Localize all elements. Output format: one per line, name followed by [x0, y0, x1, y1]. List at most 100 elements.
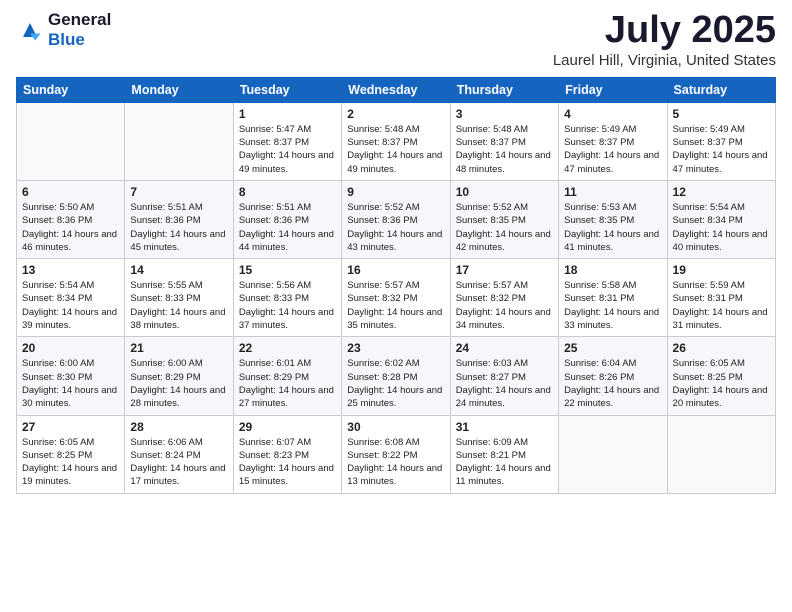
day-number: 18 — [564, 263, 661, 277]
day-number: 30 — [347, 420, 444, 434]
title-block: July 2025 Laurel Hill, Virginia, United … — [553, 10, 776, 69]
calendar-cell: 19 Sunrise: 5:59 AM Sunset: 8:31 PM Dayli… — [667, 259, 775, 337]
calendar-cell: 17 Sunrise: 5:57 AM Sunset: 8:32 PM Dayli… — [450, 259, 558, 337]
calendar-cell: 20 Sunrise: 6:00 AM Sunset: 8:30 PM Dayli… — [17, 337, 125, 415]
day-number: 14 — [130, 263, 227, 277]
day-detail: Sunrise: 6:05 AM Sunset: 8:25 PM Dayligh… — [673, 357, 770, 410]
calendar-cell: 23Sunrise: 6:02 AM Sunset: 8:28 PM Dayli… — [342, 337, 450, 415]
location-title: Laurel Hill, Virginia, United States — [553, 52, 776, 69]
day-header-row: SundayMondayTuesdayWednesdayThursdayFrid… — [17, 77, 776, 102]
day-detail: Sunrise: 6:07 AM Sunset: 8:23 PM Dayligh… — [239, 436, 336, 489]
calendar-cell: 27 Sunrise: 6:05 AM Sunset: 8:25 PM Dayli… — [17, 415, 125, 493]
month-title: July 2025 — [553, 10, 776, 52]
day-number: 17 — [456, 263, 553, 277]
day-number: 12 — [673, 185, 770, 199]
calendar-cell: 7Sunrise: 5:51 AM Sunset: 8:36 PM Daylig… — [125, 180, 233, 258]
day-header-tuesday: Tuesday — [233, 77, 341, 102]
day-number: 5 — [673, 107, 770, 121]
day-detail: Sunrise: 5:59 AM Sunset: 8:31 PM Dayligh… — [673, 279, 770, 332]
day-number: 6 — [22, 185, 119, 199]
day-number: 26 — [673, 341, 770, 355]
calendar-cell: 29 Sunrise: 6:07 AM Sunset: 8:23 PM Dayli… — [233, 415, 341, 493]
week-row-2: 6 Sunrise: 5:50 AM Sunset: 8:36 PM Daylig… — [17, 180, 776, 258]
calendar-cell: 18 Sunrise: 5:58 AM Sunset: 8:31 PM Dayli… — [559, 259, 667, 337]
calendar-cell: 9 Sunrise: 5:52 AM Sunset: 8:36 PM Daylig… — [342, 180, 450, 258]
day-detail: Sunrise: 5:57 AM Sunset: 8:32 PM Dayligh… — [347, 279, 444, 332]
calendar-cell: 24Sunrise: 6:03 AM Sunset: 8:27 PM Dayli… — [450, 337, 558, 415]
day-detail: Sunrise: 5:50 AM Sunset: 8:36 PM Dayligh… — [22, 201, 119, 254]
calendar-cell: 2Sunrise: 5:48 AM Sunset: 8:37 PM Daylig… — [342, 102, 450, 180]
day-detail: Sunrise: 5:58 AM Sunset: 8:31 PM Dayligh… — [564, 279, 661, 332]
calendar-cell: 31 Sunrise: 6:09 AM Sunset: 8:21 PM Dayli… — [450, 415, 558, 493]
calendar-cell — [125, 102, 233, 180]
calendar-cell — [559, 415, 667, 493]
calendar-cell: 11 Sunrise: 5:53 AM Sunset: 8:35 PM Dayli… — [559, 180, 667, 258]
day-detail: Sunrise: 5:52 AM Sunset: 8:35 PM Dayligh… — [456, 201, 553, 254]
day-number: 8 — [239, 185, 336, 199]
day-detail: Sunrise: 5:55 AM Sunset: 8:33 PM Dayligh… — [130, 279, 227, 332]
day-number: 2 — [347, 107, 444, 121]
day-header-monday: Monday — [125, 77, 233, 102]
day-number: 3 — [456, 107, 553, 121]
calendar-cell: 5Sunrise: 5:49 AM Sunset: 8:37 PM Daylig… — [667, 102, 775, 180]
day-detail: Sunrise: 5:56 AM Sunset: 8:33 PM Dayligh… — [239, 279, 336, 332]
day-number: 1 — [239, 107, 336, 121]
day-detail: Sunrise: 5:52 AM Sunset: 8:36 PM Dayligh… — [347, 201, 444, 254]
calendar-cell: 6 Sunrise: 5:50 AM Sunset: 8:36 PM Daylig… — [17, 180, 125, 258]
calendar-cell: 4Sunrise: 5:49 AM Sunset: 8:37 PM Daylig… — [559, 102, 667, 180]
day-number: 9 — [347, 185, 444, 199]
week-row-4: 20 Sunrise: 6:00 AM Sunset: 8:30 PM Dayli… — [17, 337, 776, 415]
day-number: 16 — [347, 263, 444, 277]
day-number: 4 — [564, 107, 661, 121]
day-header-sunday: Sunday — [17, 77, 125, 102]
day-detail: Sunrise: 5:51 AM Sunset: 8:36 PM Dayligh… — [239, 201, 336, 254]
calendar-cell: 15 Sunrise: 5:56 AM Sunset: 8:33 PM Dayli… — [233, 259, 341, 337]
day-detail: Sunrise: 6:02 AM Sunset: 8:28 PM Dayligh… — [347, 357, 444, 410]
calendar-cell — [667, 415, 775, 493]
day-detail: Sunrise: 5:53 AM Sunset: 8:35 PM Dayligh… — [564, 201, 661, 254]
day-number: 7 — [130, 185, 227, 199]
calendar-cell: 1 Sunrise: 5:47 AM Sunset: 8:37 PM Daylig… — [233, 102, 341, 180]
day-detail: Sunrise: 6:03 AM Sunset: 8:27 PM Dayligh… — [456, 357, 553, 410]
header: General Blue July 2025 Laurel Hill, Virg… — [16, 10, 776, 69]
day-detail: Sunrise: 5:48 AM Sunset: 8:37 PM Dayligh… — [456, 123, 553, 176]
calendar-cell: 14 Sunrise: 5:55 AM Sunset: 8:33 PM Dayli… — [125, 259, 233, 337]
day-number: 31 — [456, 420, 553, 434]
day-detail: Sunrise: 5:54 AM Sunset: 8:34 PM Dayligh… — [22, 279, 119, 332]
day-number: 15 — [239, 263, 336, 277]
day-number: 10 — [456, 185, 553, 199]
calendar-cell: 12Sunrise: 5:54 AM Sunset: 8:34 PM Dayli… — [667, 180, 775, 258]
day-number: 11 — [564, 185, 661, 199]
day-number: 27 — [22, 420, 119, 434]
day-detail: Sunrise: 6:08 AM Sunset: 8:22 PM Dayligh… — [347, 436, 444, 489]
day-detail: Sunrise: 6:00 AM Sunset: 8:30 PM Dayligh… — [22, 357, 119, 410]
week-row-5: 27 Sunrise: 6:05 AM Sunset: 8:25 PM Dayli… — [17, 415, 776, 493]
calendar-cell: 3 Sunrise: 5:48 AM Sunset: 8:37 PM Daylig… — [450, 102, 558, 180]
day-number: 22 — [239, 341, 336, 355]
week-row-3: 13Sunrise: 5:54 AM Sunset: 8:34 PM Dayli… — [17, 259, 776, 337]
logo-icon — [16, 16, 44, 44]
logo-blue-text: Blue — [48, 30, 85, 49]
day-number: 25 — [564, 341, 661, 355]
calendar-cell: 26 Sunrise: 6:05 AM Sunset: 8:25 PM Dayli… — [667, 337, 775, 415]
day-detail: Sunrise: 5:57 AM Sunset: 8:32 PM Dayligh… — [456, 279, 553, 332]
day-number: 19 — [673, 263, 770, 277]
day-header-saturday: Saturday — [667, 77, 775, 102]
day-number: 29 — [239, 420, 336, 434]
week-row-1: 1 Sunrise: 5:47 AM Sunset: 8:37 PM Daylig… — [17, 102, 776, 180]
calendar-table: SundayMondayTuesdayWednesdayThursdayFrid… — [16, 77, 776, 494]
logo-general-text: General — [48, 10, 111, 29]
day-detail: Sunrise: 6:05 AM Sunset: 8:25 PM Dayligh… — [22, 436, 119, 489]
calendar-cell: 21Sunrise: 6:00 AM Sunset: 8:29 PM Dayli… — [125, 337, 233, 415]
day-detail: Sunrise: 5:47 AM Sunset: 8:37 PM Dayligh… — [239, 123, 336, 176]
calendar-cell: 8 Sunrise: 5:51 AM Sunset: 8:36 PM Daylig… — [233, 180, 341, 258]
logo: General Blue — [16, 10, 111, 50]
calendar-cell: 25Sunrise: 6:04 AM Sunset: 8:26 PM Dayli… — [559, 337, 667, 415]
day-detail: Sunrise: 6:09 AM Sunset: 8:21 PM Dayligh… — [456, 436, 553, 489]
day-number: 20 — [22, 341, 119, 355]
day-detail: Sunrise: 6:06 AM Sunset: 8:24 PM Dayligh… — [130, 436, 227, 489]
calendar-cell — [17, 102, 125, 180]
calendar-cell: 16 Sunrise: 5:57 AM Sunset: 8:32 PM Dayli… — [342, 259, 450, 337]
day-detail: Sunrise: 6:00 AM Sunset: 8:29 PM Dayligh… — [130, 357, 227, 410]
calendar-cell: 13Sunrise: 5:54 AM Sunset: 8:34 PM Dayli… — [17, 259, 125, 337]
